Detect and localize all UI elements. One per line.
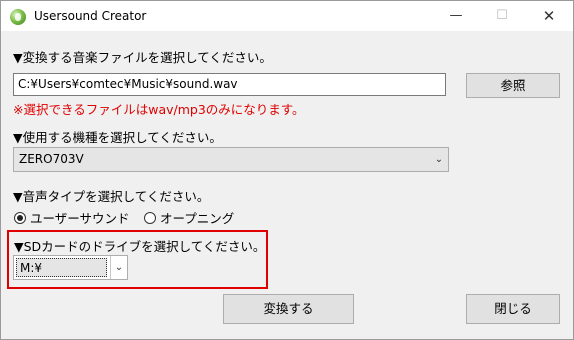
app-window: Usersound Creator — ☐ ✕ ▼変換する音楽ファイルを選択して… <box>0 0 574 340</box>
browse-button[interactable]: 参照 <box>466 73 560 98</box>
sd-drive-field: M:¥ <box>16 258 107 277</box>
radio-opening[interactable]: オープニング <box>144 208 235 226</box>
chevron-down-icon: ⌄ <box>114 262 124 273</box>
file-select-label: ▼変換する音楽ファイルを選択してください。 <box>13 50 272 65</box>
minimize-button[interactable]: — <box>433 1 479 31</box>
radio-unchecked-icon <box>144 211 156 224</box>
radio-opening-label: オープニング <box>160 211 235 226</box>
radio-user-sound[interactable]: ユーザーサウンド <box>14 208 130 226</box>
model-dropdown-value: ZERO703V <box>19 152 84 166</box>
close-window-button[interactable]: ✕ <box>526 1 572 31</box>
close-button[interactable]: 閉じる <box>466 294 560 324</box>
radio-checked-icon <box>14 211 26 224</box>
sd-drive-dropdown[interactable]: M:¥ ⌄ <box>13 255 128 280</box>
maximize-button[interactable]: ☐ <box>479 1 525 31</box>
chevron-down-icon: ⌄ <box>434 154 444 165</box>
app-icon <box>10 9 26 25</box>
voice-type-label: ▼音声タイプを選択してください。 <box>13 189 210 204</box>
file-path-input[interactable]: C:¥Users¥comtec¥Music¥sound.wav <box>13 73 446 96</box>
file-type-warning: ※選択できるファイルはwav/mp3のみになります。 <box>13 102 305 117</box>
title-bar: Usersound Creator — ☐ ✕ <box>1 1 573 31</box>
sd-drive-value: M:¥ <box>20 261 43 275</box>
radio-user-sound-label: ユーザーサウンド <box>30 211 130 226</box>
model-select-label: ▼使用する機種を選択してください。 <box>13 130 222 145</box>
convert-button[interactable]: 変換する <box>223 294 354 324</box>
window-title: Usersound Creator <box>34 9 147 23</box>
model-dropdown[interactable]: ZERO703V ⌄ <box>13 147 449 172</box>
sd-drive-label: ▼SDカードのドライブを選択してください。 <box>14 239 266 254</box>
